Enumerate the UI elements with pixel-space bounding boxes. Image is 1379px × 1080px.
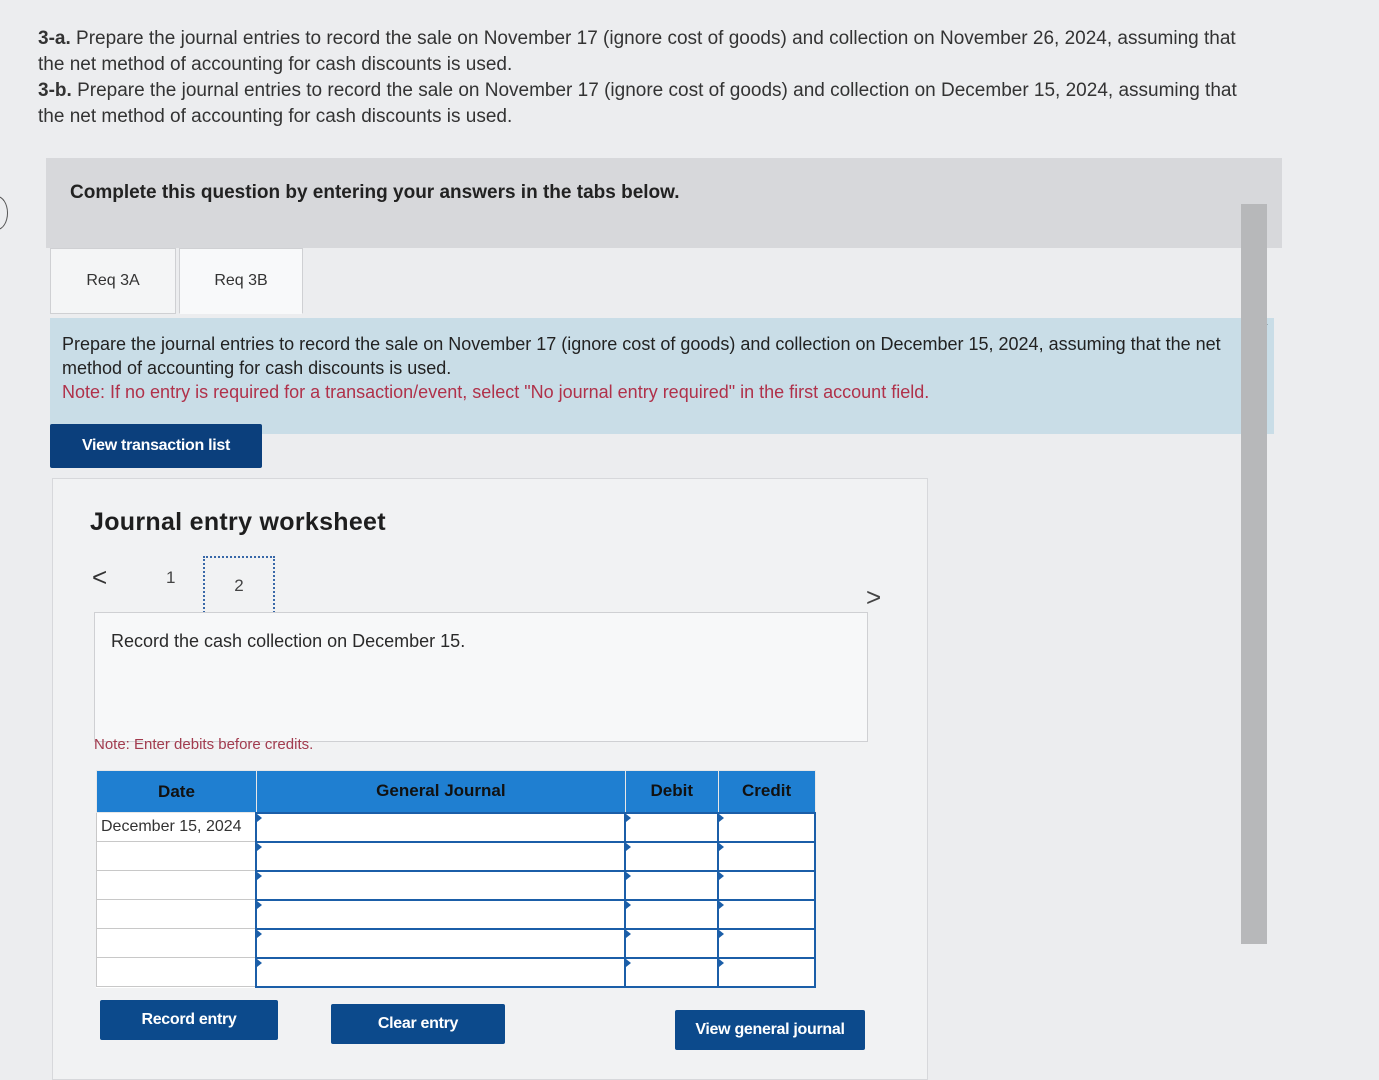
account-select[interactable] [255, 898, 627, 930]
debit-input[interactable] [624, 898, 720, 930]
date-cell [96, 957, 257, 987]
header-credit: Credit [717, 770, 816, 813]
question-3b-text: Prepare the journal entries to record th… [38, 80, 1237, 127]
question-3a-label: 3-a. [38, 28, 71, 49]
credit-input[interactable] [717, 811, 816, 843]
table-row [96, 927, 816, 959]
left-edge-decoration [0, 196, 8, 230]
tab-instructions: Prepare the journal entries to record th… [50, 318, 1274, 434]
table-row [96, 898, 816, 930]
table-row [96, 840, 816, 872]
date-cell [96, 841, 257, 871]
account-select[interactable] [255, 840, 627, 872]
page-scrollbar[interactable] [1241, 204, 1267, 944]
debit-input[interactable] [624, 927, 720, 959]
question-3b-label: 3-b. [38, 80, 72, 101]
record-instruction-text: Record the cash collection on December 1… [111, 631, 466, 651]
table-row: December 15, 2024 [96, 811, 816, 843]
instructions-note: Note: If no entry is required for a tran… [62, 382, 930, 402]
date-cell [96, 928, 257, 958]
pager-page-1[interactable]: 1 [166, 568, 175, 588]
debit-input[interactable] [624, 811, 720, 843]
pager-prev-icon[interactable]: < [92, 562, 107, 593]
instructions-text: Prepare the journal entries to record th… [62, 334, 1221, 378]
table-row [96, 869, 816, 901]
debit-input[interactable] [624, 956, 720, 988]
credit-input[interactable] [717, 840, 816, 872]
credit-input[interactable] [717, 927, 816, 959]
table-row [96, 956, 816, 988]
debit-input[interactable] [624, 869, 720, 901]
account-select[interactable] [255, 811, 627, 843]
account-select[interactable] [255, 956, 627, 988]
debit-credit-note: Note: Enter debits before credits. [94, 736, 314, 753]
view-transaction-list-button[interactable]: View transaction list [50, 424, 262, 468]
date-cell [96, 899, 257, 929]
view-general-journal-button[interactable]: View general journal [675, 1010, 865, 1050]
header-general-journal: General Journal [255, 770, 626, 813]
worksheet-title: Journal entry worksheet [90, 508, 386, 536]
credit-input[interactable] [717, 956, 816, 988]
account-select[interactable] [255, 869, 627, 901]
credit-input[interactable] [717, 869, 816, 901]
record-entry-button[interactable]: Record entry [100, 1000, 278, 1040]
credit-input[interactable] [717, 898, 816, 930]
date-cell [96, 870, 257, 900]
question-text: 3-a. Prepare the journal entries to reco… [38, 26, 1258, 130]
debit-input[interactable] [624, 840, 720, 872]
date-cell: December 15, 2024 [96, 812, 257, 842]
clear-entry-button[interactable]: Clear entry [331, 1004, 505, 1044]
question-3b: 3-b. Prepare the journal entries to reco… [38, 78, 1258, 130]
header-debit: Debit [624, 770, 719, 813]
journal-table-header: Date General Journal Debit Credit [96, 770, 816, 813]
tab-req-3b[interactable]: Req 3B [179, 248, 303, 314]
pager-next-icon[interactable]: > [866, 582, 881, 613]
record-instruction-box: Record the cash collection on December 1… [94, 612, 868, 742]
journal-table: Date General Journal Debit Credit Decemb… [96, 770, 816, 988]
tab-req-3a[interactable]: Req 3A [50, 248, 176, 314]
header-date: Date [96, 770, 257, 813]
banner-text: Complete this question by entering your … [70, 182, 680, 203]
account-select[interactable] [255, 927, 627, 959]
question-3a: 3-a. Prepare the journal entries to reco… [38, 26, 1258, 78]
pager-page-2[interactable]: 2 [203, 556, 275, 616]
question-3a-text: Prepare the journal entries to record th… [38, 28, 1236, 75]
